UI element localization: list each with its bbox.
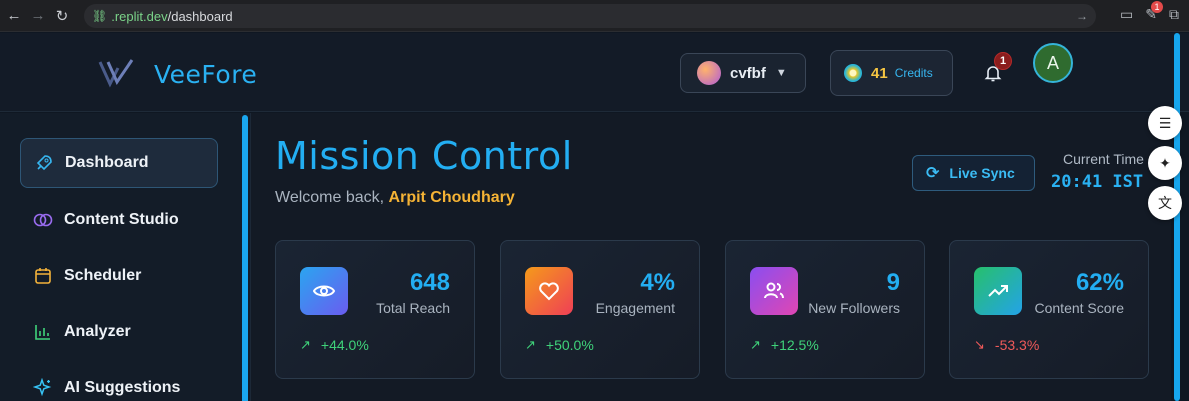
- floating-tools: ☰ ✦ 文: [1148, 106, 1184, 226]
- calendar-icon: [32, 265, 54, 287]
- stat-trend-value: +50.0%: [545, 337, 594, 353]
- sidebar-item-dashboard[interactable]: Dashboard: [20, 138, 218, 188]
- page-title: Mission Control: [275, 134, 573, 178]
- translate-icon[interactable]: 文: [1148, 186, 1182, 220]
- stat-card-new-followers[interactable]: 9 New Followers ↗ +12.5%: [725, 240, 925, 379]
- stat-trend-value: -53.3%: [994, 337, 1040, 353]
- welcome-prefix: Welcome back,: [275, 189, 385, 206]
- sidebar-item-label: Analyzer: [64, 323, 131, 340]
- cast-icon[interactable]: ▭: [1120, 6, 1133, 23]
- sidebar-item-ai-suggestions[interactable]: AI Suggestions: [20, 363, 218, 401]
- stat-card-total-reach[interactable]: 648 Total Reach ↗ +44.0%: [275, 240, 475, 379]
- trending-down-icon: ↘: [974, 337, 985, 352]
- welcome-text: Welcome back, Arpit Choudhary: [275, 189, 515, 207]
- site-info-icon[interactable]: ⛓: [92, 9, 107, 23]
- stat-trend: ↘ -53.3%: [974, 337, 1039, 353]
- notification-badge: 1: [994, 52, 1012, 70]
- sparkles-icon: [32, 377, 54, 399]
- sidebar-item-label: Dashboard: [65, 154, 149, 171]
- coin-icon: [844, 64, 862, 82]
- address-bar[interactable]: ⛓ .replit.dev /dashboard →: [84, 4, 1096, 28]
- stat-trend-value: +44.0%: [320, 337, 369, 353]
- trending-up-icon: ↗: [300, 337, 311, 352]
- stat-trend: ↗ +50.0%: [525, 337, 594, 353]
- stat-value: 4%: [640, 269, 675, 296]
- stat-value: 648: [409, 269, 450, 296]
- open-external-icon[interactable]: ⧉: [1169, 6, 1179, 23]
- trending-up-icon: ↗: [525, 337, 536, 352]
- stat-label: Total Reach: [376, 300, 450, 316]
- rocket-icon: [33, 152, 55, 174]
- heart-icon: [525, 267, 573, 315]
- stat-trend-value: +12.5%: [770, 337, 819, 353]
- current-time-value: 20:41 IST: [1051, 172, 1144, 192]
- live-sync-label: Live Sync: [949, 165, 1015, 181]
- sidebar-item-analyzer[interactable]: Analyzer: [20, 307, 218, 357]
- reader-mode-icon[interactable]: ☰: [1148, 106, 1182, 140]
- stat-label: Engagement: [595, 300, 675, 316]
- sidebar: Dashboard Content Studio Scheduler Analy…: [0, 113, 251, 401]
- reload-icon[interactable]: ↻: [50, 4, 74, 28]
- sidebar-item-label: Content Studio: [64, 211, 179, 228]
- bar-chart-icon: [32, 321, 54, 343]
- refresh-icon: ⟳: [926, 165, 940, 182]
- workspace-selector[interactable]: cvfbf ▼: [680, 53, 806, 93]
- sidebar-item-scheduler[interactable]: Scheduler: [20, 251, 218, 301]
- stat-label: New Followers: [808, 300, 900, 316]
- ai-sparkle-icon[interactable]: ✦: [1148, 146, 1182, 180]
- live-sync-button[interactable]: ⟳ Live Sync: [912, 155, 1035, 191]
- stat-trend: ↗ +44.0%: [300, 337, 369, 353]
- sidebar-scrollbar[interactable]: [242, 115, 248, 401]
- user-name: Arpit Choudhary: [388, 189, 515, 206]
- credits-value: 41: [871, 64, 888, 82]
- stat-card-engagement[interactable]: 4% Engagement ↗ +50.0%: [500, 240, 700, 379]
- workspace-name: cvfbf: [730, 64, 766, 82]
- credits-label: Credits: [894, 66, 933, 80]
- chevron-down-icon: ▼: [775, 67, 787, 79]
- url-path: /dashboard: [167, 8, 233, 24]
- veefore-logo-icon: [98, 59, 134, 88]
- app-header: VeeFore cvfbf ▼ 41 Credits 1 A: [0, 33, 1189, 112]
- users-icon: [750, 267, 798, 315]
- trending-up-icon: ↗: [750, 337, 761, 352]
- stat-card-content-score[interactable]: 62% Content Score ↘ -53.3%: [949, 240, 1149, 379]
- brand-name: VeeFore: [154, 60, 258, 89]
- url-host: .replit.dev: [111, 8, 168, 24]
- forward-icon[interactable]: →: [26, 4, 50, 28]
- workspace-avatar: [697, 61, 721, 85]
- credits-button[interactable]: 41 Credits: [830, 50, 953, 96]
- stat-trend: ↗ +12.5%: [750, 337, 819, 353]
- extension-badge: 1: [1151, 1, 1163, 13]
- sidebar-item-content-studio[interactable]: Content Studio: [20, 195, 218, 245]
- brain-icon: [32, 209, 54, 231]
- user-avatar[interactable]: A: [1033, 43, 1073, 83]
- stat-label: Content Score: [1034, 300, 1125, 316]
- stat-value: 9: [886, 269, 900, 296]
- go-arrow-icon[interactable]: →: [1076, 9, 1088, 23]
- back-icon[interactable]: ←: [2, 4, 26, 28]
- sidebar-item-label: Scheduler: [64, 267, 142, 284]
- trending-up-icon: [974, 267, 1022, 315]
- eye-icon: [300, 267, 348, 315]
- sidebar-item-label: AI Suggestions: [64, 379, 181, 396]
- browser-toolbar: ← → ↻ ⛓ .replit.dev /dashboard → ▭ ✎ 1 ⧉: [0, 0, 1189, 32]
- current-time-label: Current Time: [1063, 151, 1144, 167]
- stat-value: 62%: [1075, 269, 1124, 296]
- extensions-icon[interactable]: ✎ 1: [1145, 1, 1163, 23]
